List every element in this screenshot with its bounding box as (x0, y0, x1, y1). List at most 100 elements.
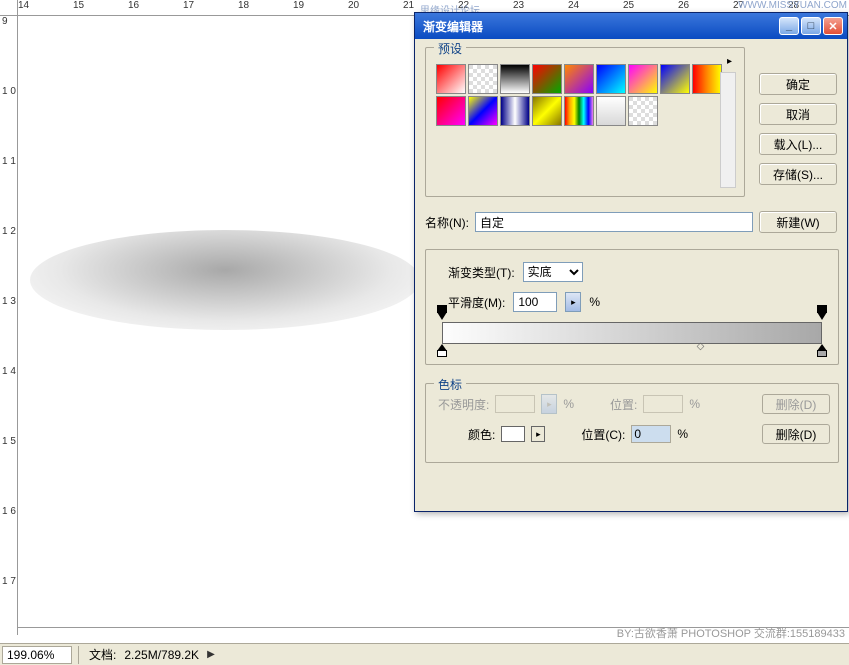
ruler-h-tick: 17 (183, 0, 194, 11)
presets-group: 预设 ▸ (425, 47, 745, 197)
stops-legend: 色标 (434, 376, 466, 393)
ruler-h-tick: 26 (678, 0, 689, 11)
ok-button[interactable]: 确定 (759, 73, 837, 95)
opacity-stop-right[interactable] (817, 312, 827, 322)
preset-swatch[interactable] (564, 64, 594, 94)
color-row: 颜色: ▸ 位置(C): % 删除(D) (434, 424, 830, 444)
preset-swatch[interactable] (468, 96, 498, 126)
opacity-step-icon: ▸ (541, 394, 557, 414)
load-button[interactable]: 载入(L)... (759, 133, 837, 155)
ruler-h-tick: 16 (128, 0, 139, 11)
cancel-button[interactable]: 取消 (759, 103, 837, 125)
color-arrow-icon[interactable]: ▸ (531, 426, 545, 442)
preset-swatch[interactable] (596, 64, 626, 94)
preset-swatch[interactable] (692, 64, 722, 94)
opacity-pos-unit: % (689, 397, 700, 411)
new-button[interactable]: 新建(W) (759, 211, 837, 233)
gradient-type-group: 渐变类型(T): 实底 平滑度(M): ▸ % ◇ (425, 249, 839, 365)
smooth-label: 平滑度(M): (448, 294, 505, 311)
close-button[interactable]: ✕ (823, 17, 843, 35)
dialog-body: 预设 ▸ 确定 取消 载入(L)... 存储(S)... 名称(N): 新建(W… (415, 39, 847, 511)
ruler-v-tick: 1 2 (2, 226, 16, 237)
status-bar: 文档: 2.25M/789.2K ▶ (0, 643, 849, 665)
ruler-vertical: 9 1 0 1 1 1 2 1 3 1 4 1 5 1 6 1 7 (0, 16, 18, 635)
gradient-editor-dialog: 渐变编辑器 _ □ ✕ 预设 ▸ 确定 取消 载入(L)... 存储(S)...… (414, 12, 848, 512)
zoom-input[interactable] (2, 646, 72, 664)
preset-swatch[interactable] (436, 96, 466, 126)
ruler-v-tick: 1 5 (2, 436, 16, 447)
color-swatch[interactable] (501, 426, 525, 442)
color-delete-button[interactable]: 删除(D) (762, 424, 830, 444)
preset-menu-icon[interactable]: ▸ (727, 56, 732, 67)
color-stop-right[interactable] (817, 344, 827, 356)
color-stop-left[interactable] (437, 344, 447, 356)
ruler-h-tick: 23 (513, 0, 524, 11)
ruler-v-tick: 1 4 (2, 366, 16, 377)
preset-swatch[interactable] (436, 64, 466, 94)
gtype-row: 渐变类型(T): 实底 (436, 262, 828, 282)
dialog-titlebar[interactable]: 渐变编辑器 _ □ ✕ (415, 13, 847, 39)
ruler-h-tick: 15 (73, 0, 84, 11)
ruler-corner (0, 0, 18, 16)
footer-credit: BY:古欲香萧 PHOTOSHOP 交流群:155189433 (617, 625, 845, 641)
preset-swatch[interactable] (596, 96, 626, 126)
ruler-h-tick: 19 (293, 0, 304, 11)
ruler-h-tick: 21 (403, 0, 414, 11)
doc-value: 2.25M/789.2K (120, 648, 203, 662)
opacity-input (495, 395, 535, 413)
ruler-h-tick: 25 (623, 0, 634, 11)
opacity-pos-input (643, 395, 683, 413)
ruler-v-tick: 1 7 (2, 576, 16, 587)
presets-scrollbar[interactable] (720, 72, 736, 188)
ruler-v-tick: 1 0 (2, 86, 16, 97)
ruler-h-tick: 24 (568, 0, 579, 11)
preset-swatch[interactable] (500, 64, 530, 94)
midpoint-icon[interactable]: ◇ (697, 341, 705, 352)
gradient-bar[interactable] (442, 322, 822, 344)
ruler-v-tick: 9 (2, 16, 8, 27)
name-label: 名称(N): (425, 214, 469, 231)
minimize-button[interactable]: _ (779, 17, 799, 35)
preset-swatch[interactable] (564, 96, 594, 126)
smooth-unit: % (589, 295, 600, 309)
ruler-h-tick: 20 (348, 0, 359, 11)
side-buttons: 确定 取消 载入(L)... 存储(S)... (759, 73, 837, 185)
ruler-v-tick: 1 3 (2, 296, 16, 307)
smooth-input[interactable] (513, 292, 557, 312)
opacity-row: 不透明度: ▸ % 位置: % 删除(D) (434, 394, 830, 414)
name-input[interactable] (475, 212, 753, 232)
presets-legend: 预设 (434, 40, 466, 57)
save-button[interactable]: 存储(S)... (759, 163, 837, 185)
preset-grid (434, 58, 736, 128)
ruler-v-tick: 1 1 (2, 156, 16, 167)
preset-swatch[interactable] (628, 96, 658, 126)
preset-swatch[interactable] (628, 64, 658, 94)
color-pos-label: 位置(C): (581, 426, 625, 443)
color-label: 颜色: (468, 426, 495, 443)
stops-group: 色标 不透明度: ▸ % 位置: % 删除(D) 颜色: ▸ 位置(C): % … (425, 383, 839, 463)
ruler-h-tick: 18 (238, 0, 249, 11)
status-arrow-icon[interactable]: ▶ (207, 649, 215, 660)
doc-label: 文档: (85, 646, 120, 663)
ruler-h-tick: 14 (18, 0, 29, 11)
dialog-title: 渐变编辑器 (419, 18, 777, 35)
gradient-bar-area: ◇ (442, 322, 822, 344)
color-pos-input[interactable] (631, 425, 671, 443)
preset-swatch[interactable] (532, 96, 562, 126)
ruler-v-tick: 1 6 (2, 506, 16, 517)
preset-swatch[interactable] (660, 64, 690, 94)
opacity-delete-button: 删除(D) (762, 394, 830, 414)
preset-swatch[interactable] (500, 96, 530, 126)
watermark-right: WWW.MISSYUAN.COM (738, 0, 847, 11)
preset-swatch[interactable] (468, 64, 498, 94)
opacity-unit: % (563, 397, 574, 411)
gtype-label: 渐变类型(T): (448, 264, 515, 281)
maximize-button[interactable]: □ (801, 17, 821, 35)
preset-swatch[interactable] (532, 64, 562, 94)
gtype-select[interactable]: 实底 (523, 262, 583, 282)
canvas-ellipse (30, 230, 420, 330)
smooth-step-icon[interactable]: ▸ (565, 292, 581, 312)
status-divider (78, 646, 79, 664)
opacity-stop-left[interactable] (437, 312, 447, 322)
name-row: 名称(N): 新建(W) (425, 211, 837, 233)
